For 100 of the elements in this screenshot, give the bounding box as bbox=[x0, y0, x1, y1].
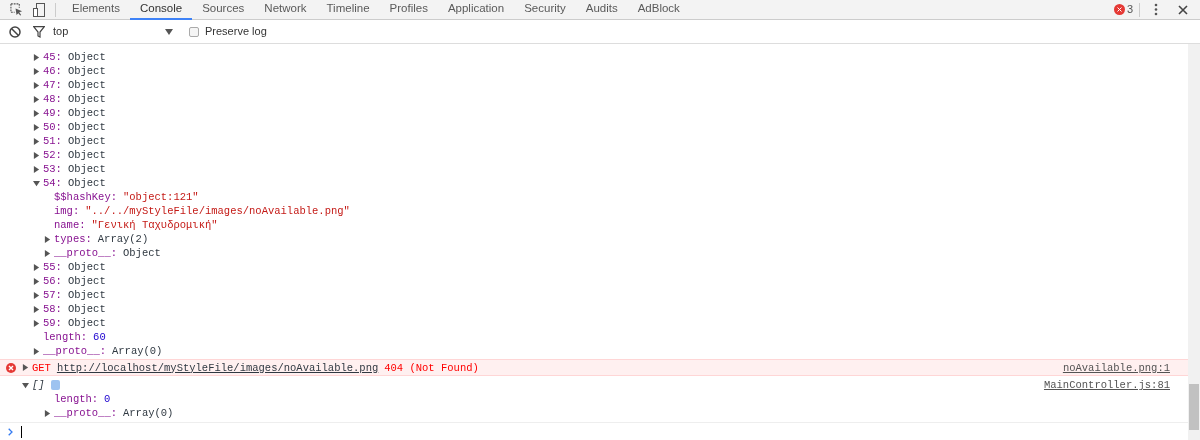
property-value: Object bbox=[67, 134, 106, 148]
property-key: 56: bbox=[43, 274, 62, 288]
expand-arrow-icon[interactable] bbox=[33, 319, 40, 327]
property-key: types: bbox=[54, 232, 92, 246]
expand-arrow-icon[interactable] bbox=[33, 347, 40, 355]
property-value: Object bbox=[67, 260, 106, 274]
property-key: 58: bbox=[43, 302, 62, 316]
devtools-tab[interactable]: Profiles bbox=[379, 0, 438, 20]
scrollbar[interactable] bbox=[1188, 44, 1200, 440]
property-key: 51: bbox=[43, 134, 62, 148]
expand-arrow-icon[interactable] bbox=[33, 67, 40, 75]
preserve-log-label: Preserve log bbox=[205, 24, 267, 40]
property-key: __proto__: bbox=[43, 344, 106, 358]
expand-arrow-icon[interactable] bbox=[33, 291, 40, 299]
property-value: Object bbox=[67, 176, 106, 190]
context-dropdown[interactable]: top bbox=[53, 23, 173, 40]
property-value: Array(0) bbox=[123, 406, 174, 420]
property-value: Object bbox=[67, 288, 106, 302]
property-value: "../../myStyleFile/images/noAvailable.png" bbox=[85, 204, 350, 218]
property-value: "object:121" bbox=[123, 190, 199, 204]
devtools-tab[interactable]: Audits bbox=[575, 0, 628, 20]
request-url-link[interactable]: http://localhost/myStyleFile/images/noAvailable.png bbox=[56, 360, 379, 375]
property-key: length: bbox=[43, 330, 88, 344]
property-value: Object bbox=[67, 120, 106, 134]
devtools-tab[interactable]: Console bbox=[129, 0, 193, 20]
property-value: Object bbox=[67, 316, 106, 330]
request-method: GET bbox=[32, 360, 51, 375]
property-value: Object bbox=[67, 92, 106, 106]
property-value: Object bbox=[67, 274, 106, 288]
collapse-arrow-icon[interactable] bbox=[33, 179, 40, 187]
expand-arrow-icon[interactable] bbox=[33, 165, 40, 173]
devtools-tab[interactable]: Application bbox=[437, 0, 515, 20]
property-key: 46: bbox=[43, 64, 62, 78]
devtools-tab[interactable]: Elements bbox=[62, 0, 130, 20]
preserve-log-checkbox[interactable] bbox=[189, 26, 199, 37]
property-key: __proto__: bbox=[54, 246, 117, 260]
property-value: Array(2) bbox=[97, 232, 149, 246]
expand-arrow-icon[interactable] bbox=[33, 137, 40, 145]
filter-icon[interactable] bbox=[33, 25, 45, 38]
source-link[interactable]: MainController.js:81 bbox=[1043, 378, 1170, 392]
property-key: 47: bbox=[43, 78, 62, 92]
expand-arrow-icon[interactable] bbox=[33, 109, 40, 117]
expand-arrow-icon[interactable] bbox=[33, 305, 40, 313]
expand-arrow-icon[interactable] bbox=[33, 263, 40, 271]
expand-arrow-icon[interactable] bbox=[33, 123, 40, 131]
property-value: Object bbox=[67, 106, 106, 120]
close-icon[interactable] bbox=[1178, 4, 1188, 15]
property-value: Object bbox=[123, 246, 161, 260]
property-key: name: bbox=[54, 218, 86, 232]
property-value: Array(0) bbox=[112, 344, 163, 358]
property-key: __proto__: bbox=[54, 406, 117, 420]
clear-console-icon[interactable] bbox=[9, 25, 21, 38]
error-count[interactable]: 3 bbox=[1126, 1, 1133, 18]
property-value: Object bbox=[67, 50, 106, 64]
devtools-tab[interactable]: AdBlock bbox=[627, 0, 690, 20]
property-value: 0 bbox=[104, 392, 111, 406]
property-value: Object bbox=[67, 64, 106, 78]
collapse-arrow-icon[interactable] bbox=[22, 381, 29, 389]
inspect-element-icon[interactable] bbox=[10, 3, 23, 16]
property-key: 52: bbox=[43, 148, 62, 162]
property-value: 60 bbox=[93, 330, 106, 344]
property-key: img: bbox=[54, 204, 80, 218]
property-value: Object bbox=[67, 148, 106, 162]
property-key: 50: bbox=[43, 120, 62, 134]
error-count-icon bbox=[1113, 4, 1125, 15]
more-options-icon[interactable] bbox=[1154, 3, 1158, 16]
expand-arrow-icon[interactable] bbox=[33, 151, 40, 159]
expand-arrow-icon[interactable] bbox=[33, 81, 40, 89]
status-text: 404 (Not Found) bbox=[384, 360, 479, 375]
devtools-tab[interactable]: Security bbox=[514, 0, 576, 20]
property-value: Object bbox=[67, 162, 106, 176]
property-key: $$hashKey: bbox=[54, 190, 117, 204]
expand-arrow-icon[interactable] bbox=[44, 409, 51, 417]
expand-arrow-icon[interactable] bbox=[33, 53, 40, 61]
expand-arrow-icon[interactable] bbox=[33, 277, 40, 285]
property-key: 57: bbox=[43, 288, 62, 302]
property-value: Object bbox=[67, 78, 106, 92]
property-value: "Γενική Ταχυδρομική" bbox=[91, 218, 218, 232]
device-toolbar-icon[interactable] bbox=[33, 2, 45, 17]
prompt-chevron-icon bbox=[8, 427, 13, 436]
expand-arrow-icon[interactable] bbox=[22, 364, 29, 371]
property-key: 48: bbox=[43, 92, 62, 106]
property-key: 53: bbox=[43, 162, 62, 176]
devtools-tab[interactable]: Network bbox=[254, 0, 317, 20]
dropdown-arrow-icon bbox=[165, 28, 173, 35]
devtools-tab[interactable]: Sources bbox=[192, 0, 255, 20]
expand-arrow-icon[interactable] bbox=[44, 235, 51, 243]
property-key: 45: bbox=[43, 50, 62, 64]
property-key: length: bbox=[54, 392, 99, 406]
property-key: 59: bbox=[43, 316, 62, 330]
source-link[interactable]: noAvailable.png:1 bbox=[1062, 360, 1170, 375]
array-summary: [] bbox=[32, 378, 45, 392]
error-icon bbox=[6, 362, 16, 373]
expand-arrow-icon[interactable] bbox=[44, 249, 51, 257]
devtools-tab[interactable]: Timeline bbox=[316, 0, 380, 20]
expand-arrow-icon[interactable] bbox=[33, 95, 40, 103]
property-value: Object bbox=[67, 302, 106, 316]
property-key: 55: bbox=[43, 260, 62, 274]
property-key: 54: bbox=[43, 176, 62, 190]
property-key: 49: bbox=[43, 106, 62, 120]
